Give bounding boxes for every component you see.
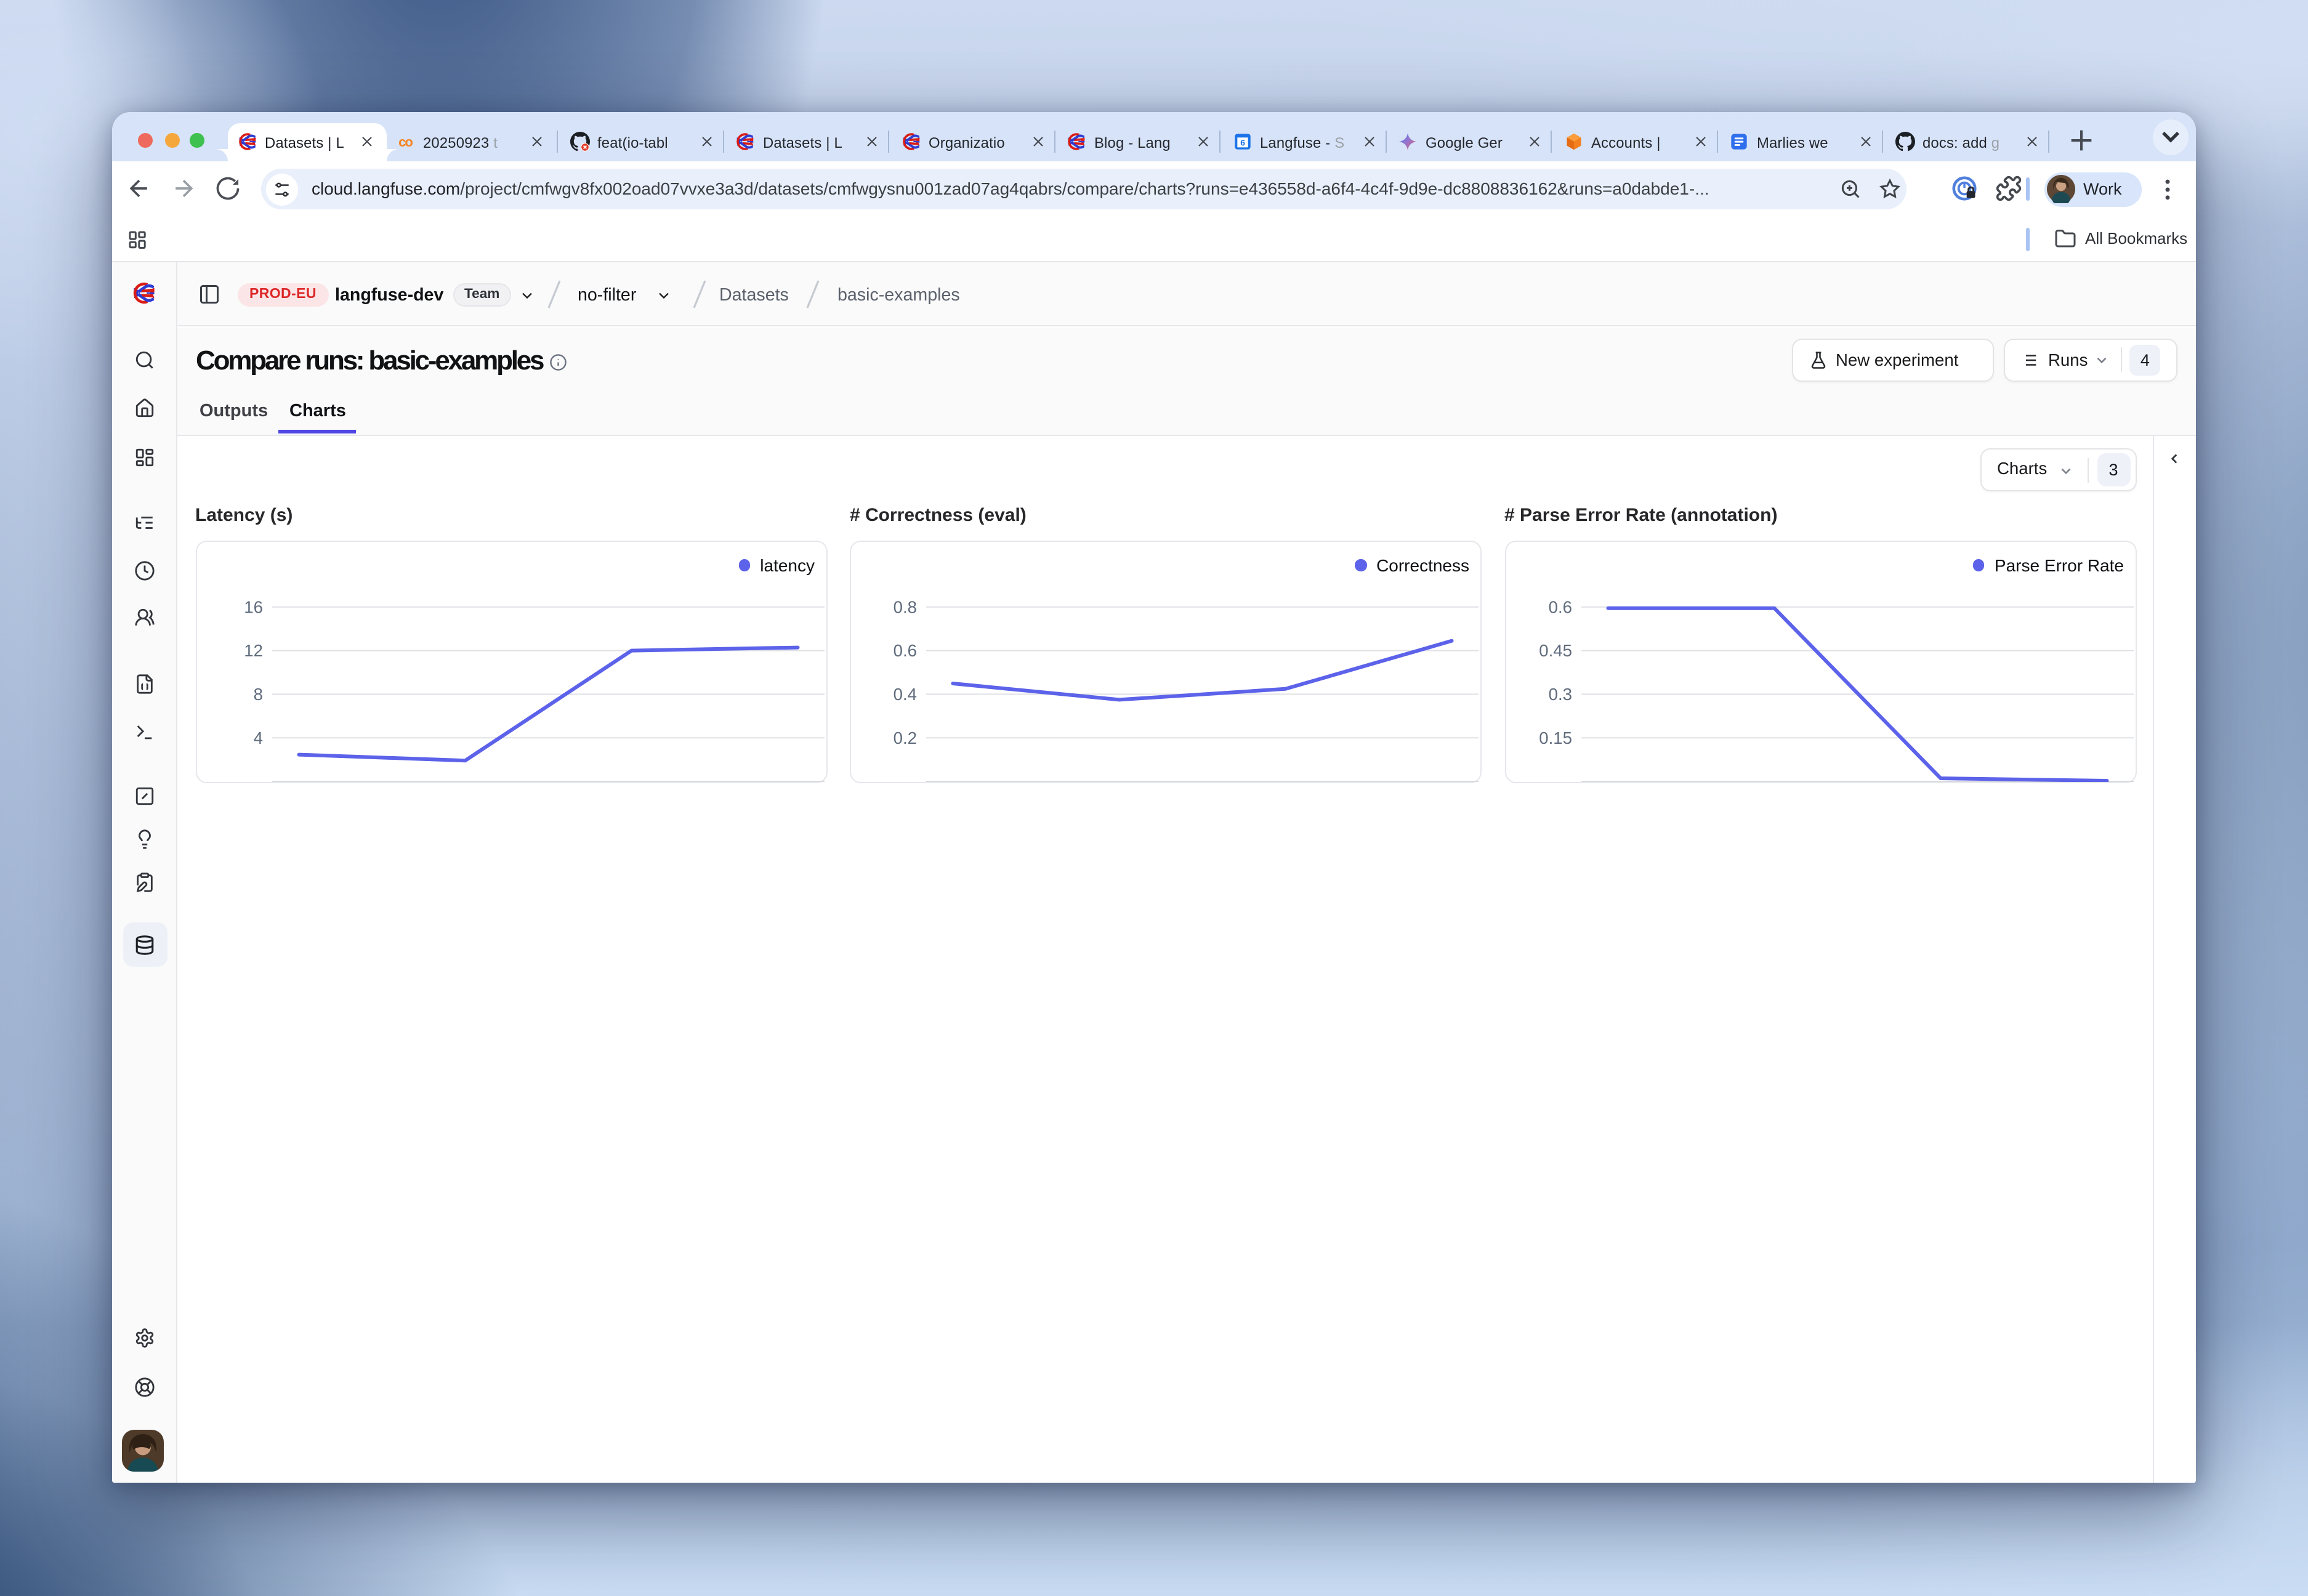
svg-text:16: 16 xyxy=(243,597,262,616)
svg-text:4: 4 xyxy=(253,728,262,747)
svg-text:0.2: 0.2 xyxy=(894,728,917,747)
svg-text:8: 8 xyxy=(253,684,262,703)
svg-text:0.8: 0.8 xyxy=(894,597,917,616)
svg-text:0.4: 0.4 xyxy=(894,684,917,703)
svg-text:0.3: 0.3 xyxy=(1548,684,1572,703)
svg-text:0.45: 0.45 xyxy=(1538,640,1572,659)
svg-text:12: 12 xyxy=(243,640,262,659)
svg-text:0.6: 0.6 xyxy=(894,640,917,659)
svg-text:0.15: 0.15 xyxy=(1538,728,1572,747)
svg-text:0.6: 0.6 xyxy=(1548,597,1572,616)
